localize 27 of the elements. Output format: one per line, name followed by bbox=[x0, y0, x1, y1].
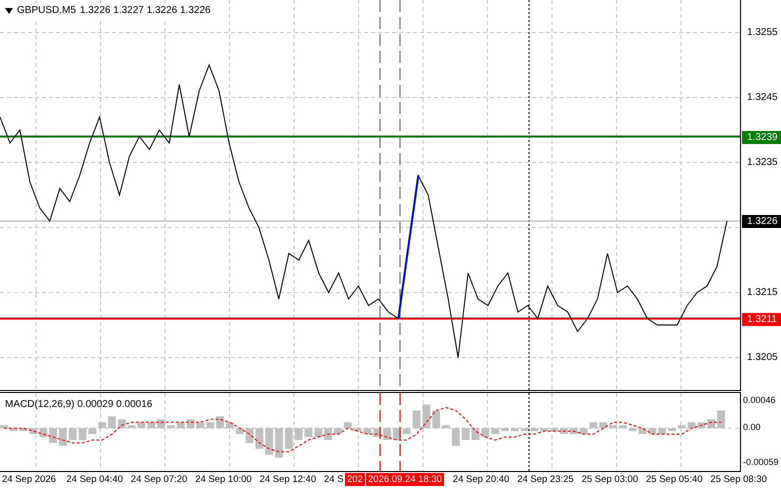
time-label: 24 Sep 07:20 bbox=[130, 474, 188, 486]
indicator-value-label: 0.00046 bbox=[743, 394, 776, 406]
indicator-label: MACD(12,26,9) 0.00029 0.00016 bbox=[5, 398, 152, 412]
time-label: 25 Sep 03:00 bbox=[582, 474, 638, 486]
time-label: 24 Sep 04:40 bbox=[66, 474, 123, 486]
time-label: 24 Sep 23:25 bbox=[517, 474, 574, 486]
price-label: 1.3215 bbox=[747, 286, 778, 298]
time-label: 24 Sep 20:40 bbox=[452, 474, 510, 486]
price-tag: 1.3211 bbox=[742, 312, 781, 326]
indicator-value-label: -0.00059 bbox=[743, 456, 779, 468]
indicator-value-label: 0.00 bbox=[743, 421, 761, 434]
price-label: 1.3235 bbox=[747, 156, 778, 168]
symbol-label: GBPUSD,M5 bbox=[17, 4, 76, 18]
time-label: 25 Sep 08:30 bbox=[710, 474, 767, 486]
cursor-time-tag: 202 bbox=[345, 473, 365, 486]
price-tag: 1.3226 bbox=[742, 215, 781, 228]
cursor-time-tag: 2026.09.24 18:30 bbox=[366, 473, 444, 486]
time-label: 24 Sep 2026 bbox=[2, 474, 56, 486]
quote-values: 1.3226 1.3227 1.3226 1.3226 bbox=[80, 4, 211, 18]
time-label: 24 Sep 10:00 bbox=[195, 474, 252, 486]
price-tag: 1.3239 bbox=[742, 130, 781, 144]
price-label: 1.3255 bbox=[747, 26, 778, 38]
time-label: 24 Sep 12:40 bbox=[260, 474, 316, 486]
time-label: 25 Sep 05:40 bbox=[646, 474, 703, 486]
price-label: 1.3245 bbox=[747, 92, 778, 104]
price-label: 1.3205 bbox=[747, 352, 778, 364]
time-label: 24 S bbox=[324, 474, 344, 486]
